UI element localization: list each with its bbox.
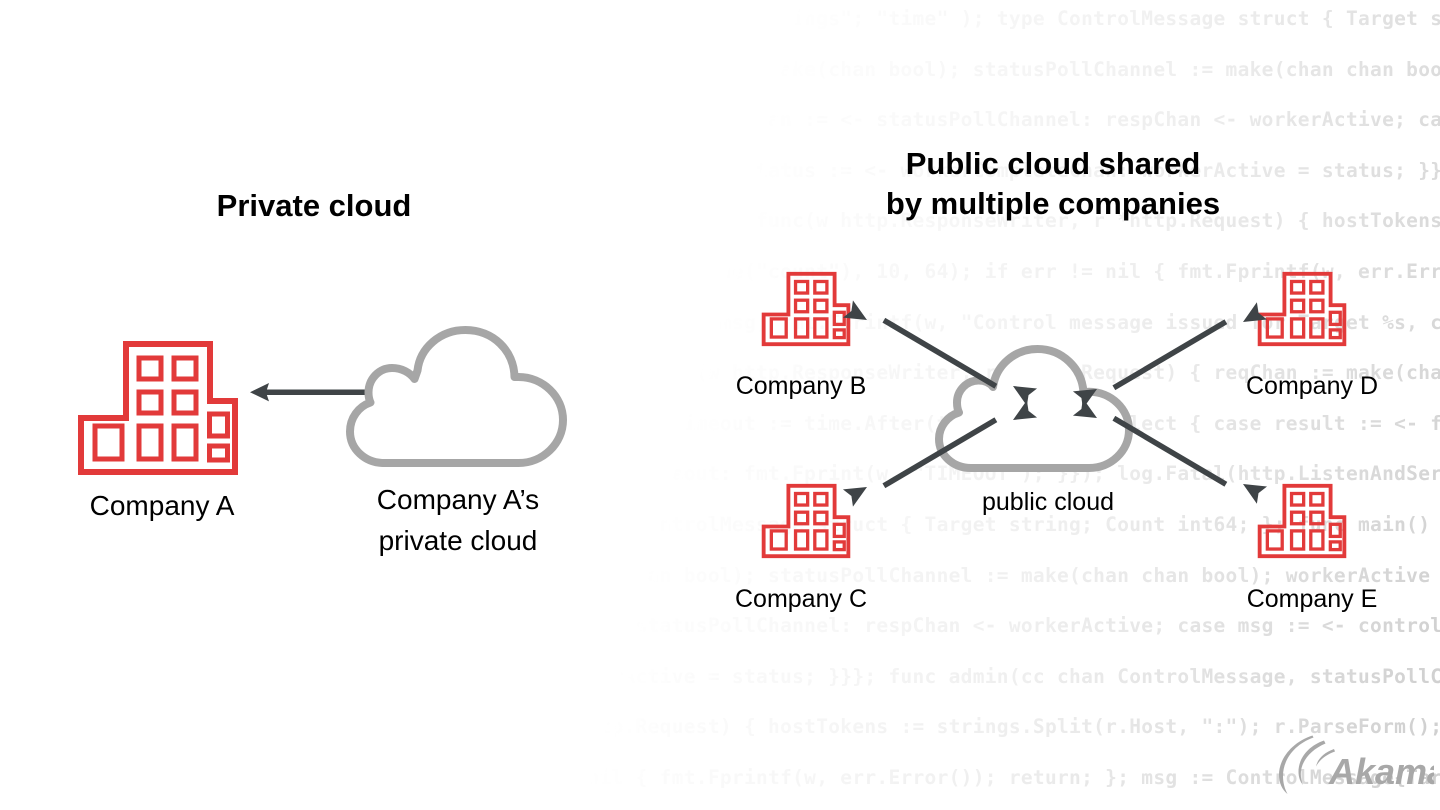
company-c-building-icon — [761, 483, 851, 559]
private-cloud-shape — [342, 323, 576, 478]
company-c-label: Company C — [735, 585, 867, 613]
arrow-company-c-to-cloud — [842, 400, 1038, 507]
public-cloud-title: Public cloud shared by multiple companie… — [885, 146, 1221, 221]
code-line: for { select { case respChan := <- statu… — [455, 108, 1440, 132]
company-a-building-right-windows — [78, 341, 238, 475]
private-cloud-label: Company A’s private cloud — [376, 484, 540, 556]
company-d-building-icon — [1257, 271, 1347, 347]
company-a-label: Company A — [89, 490, 235, 521]
company-e-building-icon — [1257, 483, 1347, 559]
code-line: teChan: workerActive = status; }}}; func… — [455, 664, 1440, 688]
code-line: message issued for Target %s, count %d",… — [455, 804, 1440, 810]
akamai-wordmark: Akamai — [1328, 751, 1434, 792]
arrow-cloud-to-company-e — [1072, 398, 1268, 504]
arrow-company-b-to-cloud — [842, 300, 1038, 406]
code-line: ne),workerCompleteChan := make(chan bool… — [455, 57, 1440, 81]
akamai-logo: Akamai — [1272, 727, 1440, 797]
private-cloud-title: Private cloud — [216, 188, 412, 223]
company-b-building-icon — [761, 271, 851, 347]
code-line: "net/http" ; "strconv"; "strings"; "time… — [455, 7, 1440, 30]
company-e-label: Company E — [1246, 585, 1378, 613]
arrow-cloud-to-company-d — [1072, 302, 1268, 409]
